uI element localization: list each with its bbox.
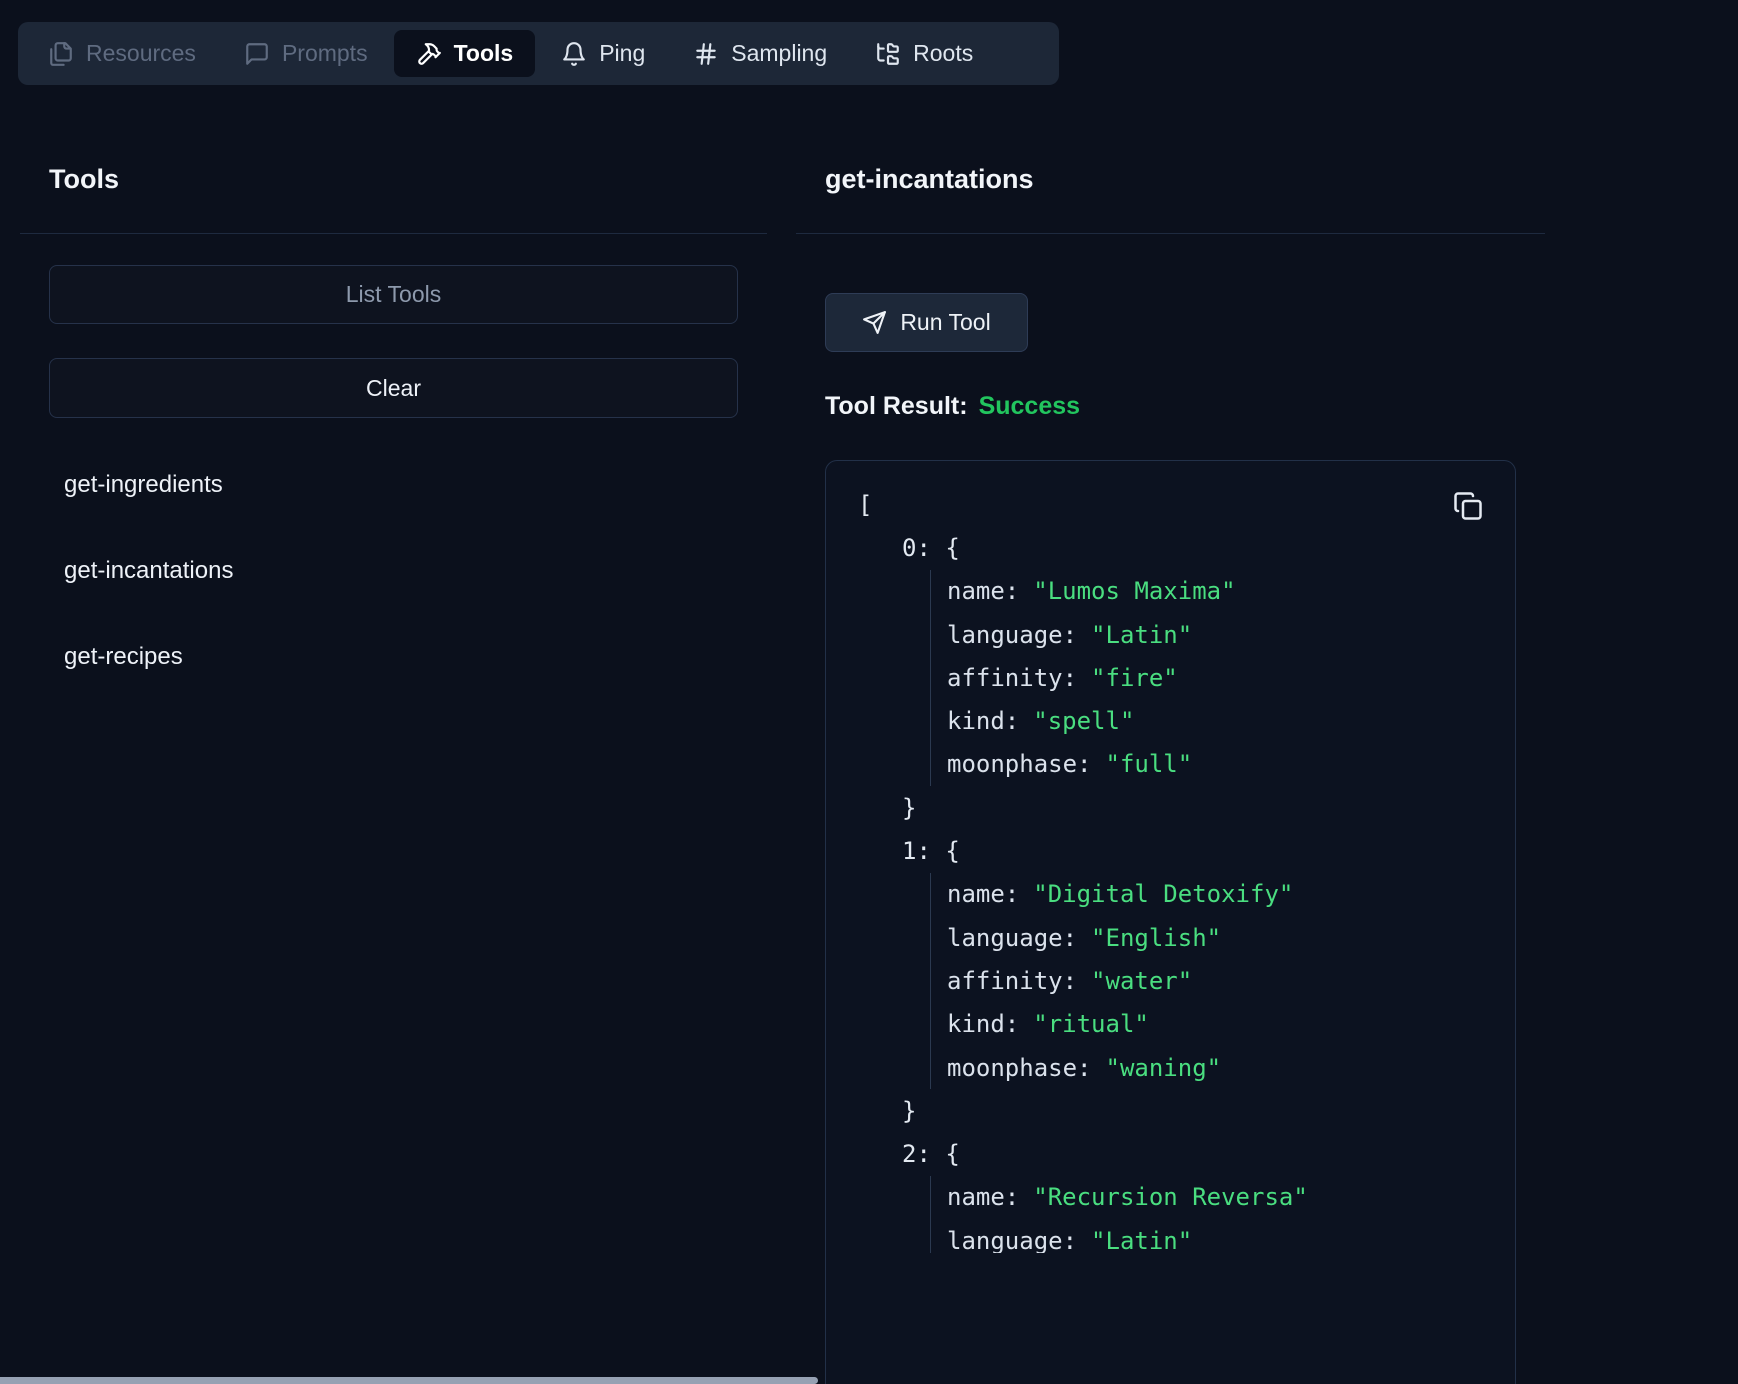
horizontal-scrollbar-thumb[interactable] bbox=[0, 1377, 818, 1384]
json-value: "Lumos Maxima" bbox=[1033, 577, 1235, 605]
json-item-fields: name: "Digital Detoxify" language: "Englis… bbox=[930, 873, 1483, 1089]
json-key: affinity: bbox=[947, 967, 1077, 995]
send-icon bbox=[862, 310, 887, 335]
json-field: affinity: "water" bbox=[947, 959, 1483, 1002]
json-item: 2: { name: "Recursion Reversa" language: "… bbox=[858, 1132, 1483, 1253]
json-field: name: "Lumos Maxima" bbox=[947, 570, 1483, 613]
result-divider bbox=[796, 233, 1545, 234]
files-icon bbox=[48, 41, 74, 67]
hammer-icon bbox=[416, 41, 442, 67]
json-result-panel: [ 0: { name: "Lumos Maxima" language: "Lat… bbox=[825, 460, 1516, 1384]
json-item-head: 2: { bbox=[902, 1132, 1483, 1175]
tools-panel-title: Tools bbox=[49, 164, 119, 195]
json-field: name: "Recursion Reversa" bbox=[947, 1176, 1483, 1219]
json-key: language: bbox=[947, 1227, 1077, 1253]
json-key: language: bbox=[947, 924, 1077, 952]
json-key: name: bbox=[947, 577, 1019, 605]
clear-button[interactable]: Clear bbox=[49, 358, 738, 418]
json-value: "water" bbox=[1091, 967, 1192, 995]
tool-result-label: Tool Result: bbox=[825, 392, 968, 421]
json-value: "waning" bbox=[1106, 1054, 1222, 1082]
json-value: "Latin" bbox=[1091, 1227, 1192, 1253]
tool-result-status: Success bbox=[979, 392, 1080, 421]
tab-ping[interactable]: Ping bbox=[539, 30, 667, 77]
folder-tree-icon bbox=[875, 41, 901, 67]
json-field: language: "Latin" bbox=[947, 1219, 1483, 1253]
json-key: moonphase: bbox=[947, 1054, 1092, 1082]
json-item-fields: name: "Recursion Reversa" language: "Latin… bbox=[930, 1176, 1483, 1253]
json-key: name: bbox=[947, 880, 1019, 908]
tool-item-get-ingredients[interactable]: get-ingredients bbox=[49, 455, 738, 515]
tools-list: get-ingredients get-incantations get-rec… bbox=[49, 455, 738, 687]
tab-tools[interactable]: Tools bbox=[394, 30, 536, 77]
json-key: kind: bbox=[947, 1010, 1019, 1038]
tools-divider bbox=[20, 233, 767, 234]
json-value: "ritual" bbox=[1033, 1010, 1149, 1038]
tab-resources[interactable]: Resources bbox=[26, 30, 218, 77]
json-field: moonphase: "waning" bbox=[947, 1046, 1483, 1089]
json-field: kind: "spell" bbox=[947, 699, 1483, 742]
top-tab-bar: Resources Prompts Tools Ping Sampling Ro… bbox=[18, 22, 1059, 85]
json-field: language: "English" bbox=[947, 916, 1483, 959]
tab-label: Roots bbox=[913, 40, 973, 67]
json-item-close: } bbox=[902, 786, 1483, 829]
json-value: "Digital Detoxify" bbox=[1033, 880, 1293, 908]
json-key: name: bbox=[947, 1183, 1019, 1211]
json-item-close: } bbox=[902, 1089, 1483, 1132]
json-field: language: "Latin" bbox=[947, 613, 1483, 656]
json-value: "Latin" bbox=[1091, 621, 1192, 649]
tab-label: Sampling bbox=[731, 40, 827, 67]
json-content[interactable]: [ 0: { name: "Lumos Maxima" language: "Lat… bbox=[858, 483, 1483, 1253]
json-value: "full" bbox=[1106, 750, 1193, 778]
json-field: kind: "ritual" bbox=[947, 1003, 1483, 1046]
json-open-bracket: [ bbox=[858, 483, 1483, 526]
app-root: Resources Prompts Tools Ping Sampling Ro… bbox=[0, 0, 1738, 1384]
json-item-fields: name: "Lumos Maxima" language: "Latin" aff… bbox=[930, 570, 1483, 786]
tab-roots[interactable]: Roots bbox=[853, 30, 995, 77]
copy-button[interactable] bbox=[1449, 487, 1487, 525]
json-key: moonphase: bbox=[947, 750, 1092, 778]
json-field: name: "Digital Detoxify" bbox=[947, 873, 1483, 916]
tab-label: Ping bbox=[599, 40, 645, 67]
json-field: moonphase: "full" bbox=[947, 743, 1483, 786]
run-tool-label: Run Tool bbox=[900, 309, 990, 336]
json-field: affinity: "fire" bbox=[947, 656, 1483, 699]
json-key: language: bbox=[947, 621, 1077, 649]
json-item-head: 1: { bbox=[902, 829, 1483, 872]
tool-item-get-incantations[interactable]: get-incantations bbox=[49, 541, 738, 601]
json-value: "fire" bbox=[1091, 664, 1178, 692]
tool-item-get-recipes[interactable]: get-recipes bbox=[49, 627, 738, 687]
tab-label: Resources bbox=[86, 40, 196, 67]
run-tool-button[interactable]: Run Tool bbox=[825, 293, 1028, 352]
json-item: 0: { name: "Lumos Maxima" language: "Latin… bbox=[858, 526, 1483, 829]
copy-icon bbox=[1453, 491, 1483, 521]
json-key: affinity: bbox=[947, 664, 1077, 692]
tab-label: Prompts bbox=[282, 40, 368, 67]
json-value: "English" bbox=[1091, 924, 1221, 952]
json-item: 1: { name: "Digital Detoxify" language: "E… bbox=[858, 829, 1483, 1132]
bell-icon bbox=[561, 41, 587, 67]
hash-icon bbox=[693, 41, 719, 67]
tab-sampling[interactable]: Sampling bbox=[671, 30, 849, 77]
json-value: "Recursion Reversa" bbox=[1033, 1183, 1308, 1211]
message-square-icon bbox=[244, 41, 270, 67]
tool-result-line: Tool Result: Success bbox=[825, 392, 1080, 421]
json-item-head: 0: { bbox=[902, 526, 1483, 569]
tab-label: Tools bbox=[454, 40, 514, 67]
tab-prompts[interactable]: Prompts bbox=[222, 30, 390, 77]
json-value: "spell" bbox=[1033, 707, 1134, 735]
result-panel-title: get-incantations bbox=[825, 164, 1034, 195]
json-key: kind: bbox=[947, 707, 1019, 735]
list-tools-button[interactable]: List Tools bbox=[49, 265, 738, 324]
